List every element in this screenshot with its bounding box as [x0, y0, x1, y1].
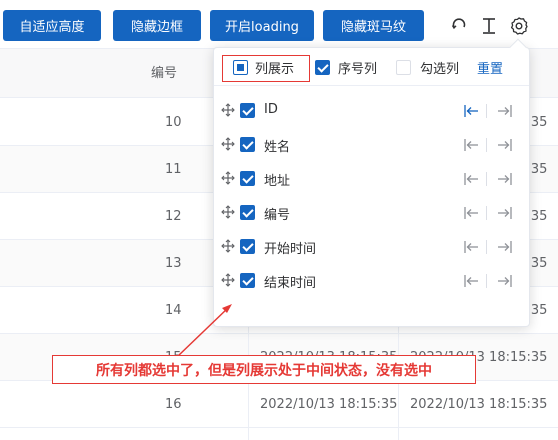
fix-left-icon[interactable] [463, 239, 479, 255]
column-checkbox[interactable] [240, 239, 255, 254]
drag-handle-icon[interactable] [221, 137, 235, 151]
fix-divider [486, 138, 487, 152]
column-height-icon[interactable] [478, 14, 500, 38]
hide-stripe-button[interactable]: 隐藏斑马纹 [323, 10, 424, 41]
column-item[interactable]: 开始时间 [214, 231, 529, 265]
cell-number: 10 [165, 115, 182, 130]
cell-number: 13 [165, 256, 182, 271]
fix-divider [486, 274, 487, 288]
column-item[interactable]: ID [214, 95, 529, 129]
cell-end-time: 2022/10/13 18:15:35 [410, 397, 548, 412]
column-show-label: 列展示 [255, 62, 295, 77]
fix-divider [486, 104, 487, 118]
annotation-note: 所有列都选中了，但是列展示处于中间状态，没有选中 [52, 355, 476, 384]
column-label: 开始时间 [264, 242, 317, 257]
drag-handle-icon[interactable] [221, 103, 235, 117]
enable-loading-button[interactable]: 开启loading [210, 10, 314, 41]
column-settings-popover: 列展示 序号列 勾选列 重置 ID 姓名地址编号开始时间结束时间 [213, 38, 530, 327]
drag-handle-icon[interactable] [221, 273, 235, 287]
cell-start-time: 2022/10/13 18:15:35 [260, 397, 398, 412]
cell-number: 11 [165, 162, 182, 177]
drag-handle-icon[interactable] [221, 239, 235, 253]
fix-left-icon[interactable] [463, 273, 479, 289]
column-item[interactable]: 地址 [214, 163, 529, 197]
drag-handle-icon[interactable] [221, 205, 235, 219]
column-show-checkbox[interactable] [233, 60, 248, 75]
fix-left-icon[interactable] [463, 205, 479, 221]
fix-right-icon[interactable] [497, 239, 513, 255]
column-checkbox[interactable] [240, 137, 255, 152]
refresh-icon[interactable] [448, 14, 470, 38]
column-label: 结束时间 [264, 276, 317, 291]
column-checkbox[interactable] [240, 171, 255, 186]
column-checkbox[interactable] [240, 205, 255, 220]
fix-left-icon[interactable] [463, 137, 479, 153]
reset-button[interactable]: 重置 [477, 58, 503, 77]
column-label: 地址 [264, 174, 291, 189]
fix-right-icon[interactable] [497, 171, 513, 187]
fix-left-icon[interactable] [463, 171, 479, 187]
column-checkbox[interactable] [240, 273, 255, 288]
fix-divider [486, 172, 487, 186]
drag-handle-icon[interactable] [221, 171, 235, 185]
selection-column-checkbox[interactable] [396, 60, 411, 75]
selection-column-label: 勾选列 [420, 62, 460, 77]
fix-left-icon[interactable] [463, 103, 479, 119]
auto-height-button[interactable]: 自适应高度 [3, 10, 101, 41]
header-number: 编号 [151, 66, 178, 81]
column-item[interactable]: 姓名 [214, 129, 529, 163]
popover-header: 列展示 序号列 勾选列 重置 [214, 48, 529, 86]
table-row: 16 2022/10/13 18:15:35 2022/10/13 18:15:35 [0, 381, 558, 428]
fix-divider [486, 240, 487, 254]
column-item[interactable]: 结束时间 [214, 265, 529, 299]
index-column-checkbox[interactable] [315, 60, 330, 75]
settings-icon[interactable] [508, 14, 530, 38]
cell-number: 14 [165, 303, 182, 318]
fix-right-icon[interactable] [497, 103, 513, 119]
fix-right-icon[interactable] [497, 273, 513, 289]
fix-right-icon[interactable] [497, 205, 513, 221]
column-label: 姓名 [264, 140, 291, 155]
column-item[interactable]: 编号 [214, 197, 529, 231]
index-column-label: 序号列 [338, 62, 378, 77]
toolbar: 自适应高度 隐藏边框 开启loading 隐藏斑马纹 [0, 0, 558, 48]
column-label: ID [264, 102, 278, 117]
fix-right-icon[interactable] [497, 137, 513, 153]
hide-border-button[interactable]: 隐藏边框 [113, 10, 201, 41]
column-label: 编号 [264, 208, 291, 223]
cell-number: 16 [165, 397, 182, 412]
fix-divider [486, 206, 487, 220]
cell-number: 12 [165, 209, 182, 224]
column-checkbox[interactable] [240, 103, 255, 118]
